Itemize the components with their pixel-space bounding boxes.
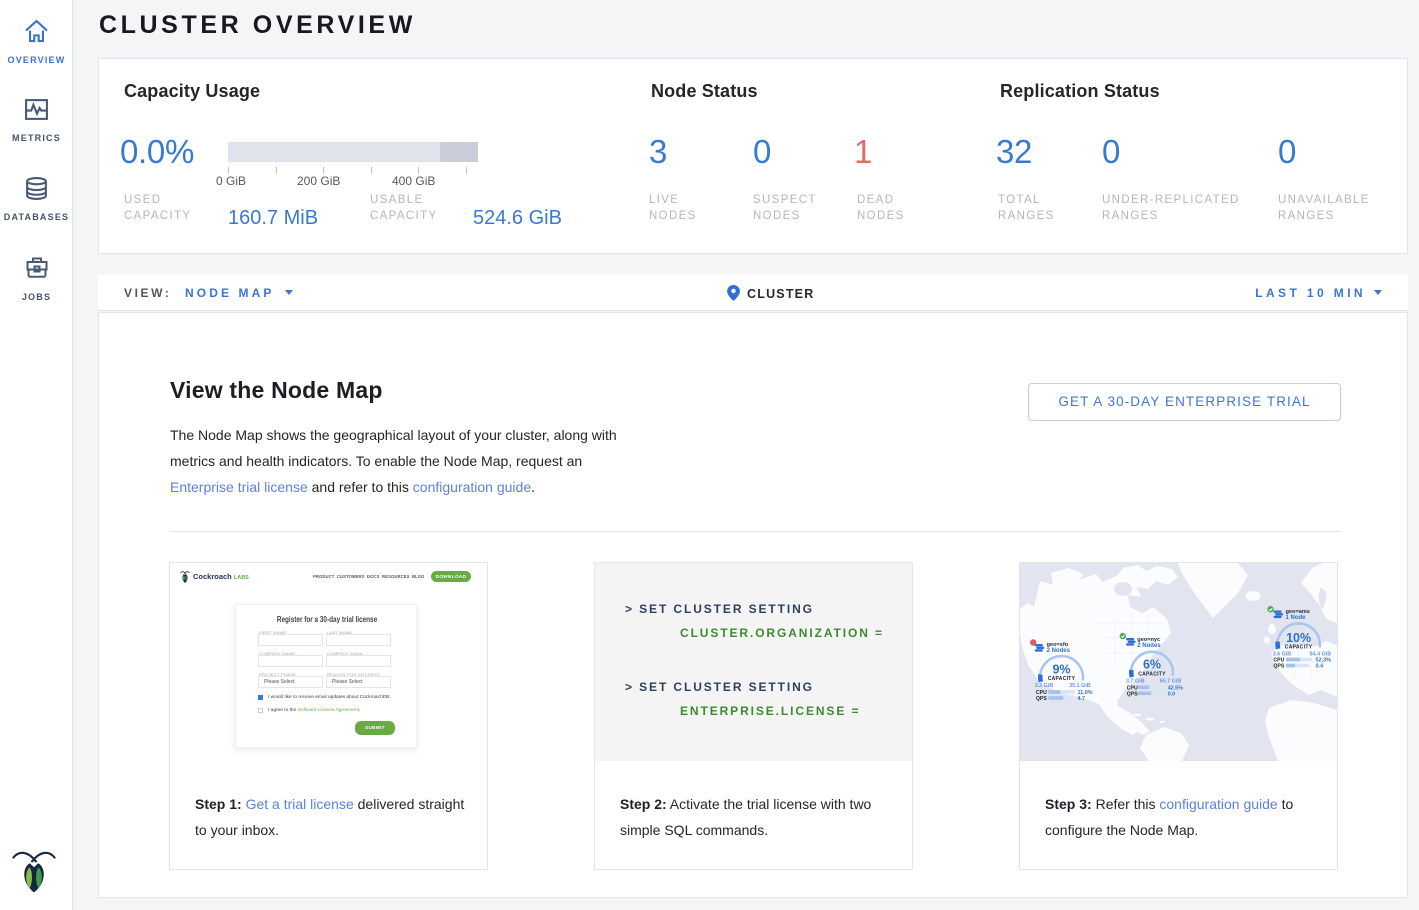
svg-text:QPS: QPS bbox=[1273, 664, 1284, 670]
svg-text:CAPACITY: CAPACITY bbox=[1285, 645, 1313, 651]
svg-text:0.0: 0.0 bbox=[1168, 691, 1176, 697]
svg-text:3.7 GiB: 3.7 GiB bbox=[1126, 679, 1145, 685]
svg-text:65.7 GiB: 65.7 GiB bbox=[1160, 679, 1182, 685]
svg-text:0.4: 0.4 bbox=[1316, 664, 1324, 670]
svg-text:QPS: QPS bbox=[1127, 691, 1138, 697]
svg-text:QPS: QPS bbox=[1036, 696, 1047, 702]
svg-text:35.1 GiB: 35.1 GiB bbox=[1069, 683, 1091, 689]
svg-text:6%: 6% bbox=[1143, 658, 1161, 672]
svg-text:3.2 GiB: 3.2 GiB bbox=[1035, 683, 1054, 689]
svg-text:1 Node: 1 Node bbox=[1286, 615, 1307, 621]
svg-text:4.7: 4.7 bbox=[1078, 696, 1086, 702]
svg-text:10%: 10% bbox=[1286, 631, 1311, 645]
svg-text:2 Nodes: 2 Nodes bbox=[1137, 643, 1161, 649]
svg-text:9%: 9% bbox=[1052, 662, 1070, 676]
svg-text:CAPACITY: CAPACITY bbox=[1138, 671, 1166, 677]
svg-text:2 Nodes: 2 Nodes bbox=[1047, 648, 1071, 654]
svg-text:CAPACITY: CAPACITY bbox=[1048, 676, 1076, 682]
